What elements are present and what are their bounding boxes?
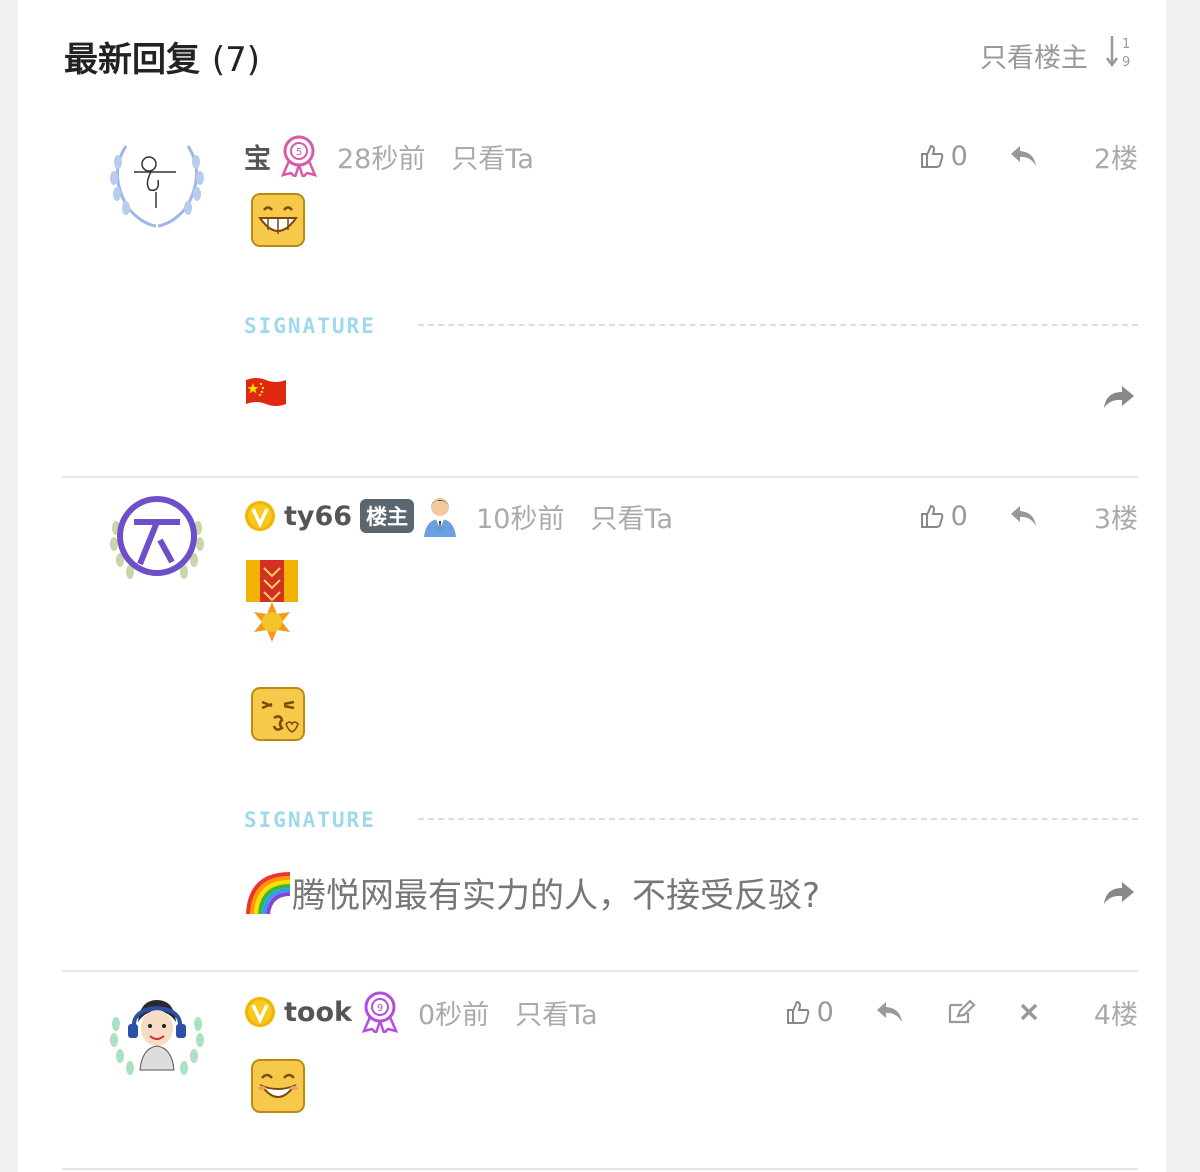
username[interactable]: ty66 [284,501,352,532]
post-meta: took 9 0秒前 只看Ta [244,991,598,1033]
replies-title-text: 最新回复 [64,40,200,80]
replies-header: 最新回复 (7) 只看楼主 1 9 [64,28,1136,81]
avatar[interactable] [104,132,210,228]
signature-label: SIGNATURE [244,314,376,338]
username[interactable]: took [284,997,352,1028]
share-arrow-icon[interactable] [1102,384,1136,410]
kiss-emoji-icon [251,687,305,741]
reply-item: 宝 5 28秒前 只看Ta 0 2楼 SIGNATURE [62,118,1138,476]
signature-content: 腾悦网最有实力的人，不接受反驳? [292,876,821,916]
replies-panel: 最新回复 (7) 只看楼主 1 9 宝 5 28秒前 只看Ta 0 2楼 SIG… [18,0,1166,1172]
like-button[interactable]: 0 [785,997,834,1028]
reply-divider [62,1168,1138,1170]
signature-line [418,324,1138,326]
reply-item: ty66 楼主 10秒前 只看Ta 0 3楼 SIGNATURE 腾悦网最有实力… [62,478,1138,972]
avatar[interactable] [104,988,210,1084]
sort-numeric-icon[interactable]: 1 9 [1106,34,1136,70]
like-count: 0 [950,500,968,532]
svg-text:5: 5 [296,147,302,158]
only-ta-link[interactable]: 只看Ta [451,137,534,176]
signature-text [244,376,288,408]
like-button[interactable]: 0 [919,501,968,532]
post-meta: 宝 5 28秒前 只看Ta [244,135,534,177]
medal-ribbon-icon [246,560,298,642]
signature-label: SIGNATURE [244,808,376,832]
flag-icon [246,378,286,406]
signature-line [418,818,1138,820]
like-count: 0 [816,996,834,1028]
post-time: 10秒前 [476,503,565,535]
username[interactable]: 宝 [244,137,271,176]
post-meta: ty66 楼主 10秒前 只看Ta [244,496,673,537]
vip-v-icon [245,501,275,531]
user-avatar-icon [424,498,457,537]
reply-icon[interactable] [1008,143,1038,169]
floor-number: 4楼 [1093,999,1138,1031]
replies-title: 最新回复 (7) [64,32,260,81]
thumbs-up-icon [920,504,943,528]
thumbs-up-icon [786,1000,809,1024]
reply-item: took 9 0秒前 只看Ta 0 4楼 [62,974,1138,1170]
vip-v-icon [245,997,275,1027]
grin-emoji-icon [251,193,305,247]
signature-divider: SIGNATURE [244,314,1138,338]
reply-icon[interactable] [1008,503,1038,529]
post-actions: 0 3楼 [919,496,1138,536]
svg-text:9: 9 [1122,55,1130,70]
floor-number: 2楼 [1093,143,1138,175]
share-arrow-icon[interactable] [1102,880,1136,906]
signature-text: 腾悦网最有实力的人，不接受反驳? [244,868,820,917]
floor-number: 3楼 [1093,503,1138,535]
svg-text:9: 9 [377,1003,383,1014]
like-button[interactable]: 0 [919,141,968,172]
only-ta-link[interactable]: 只看Ta [515,993,598,1032]
avatar[interactable] [104,492,210,588]
smile-emoji-icon [251,1059,305,1113]
edit-icon[interactable] [946,999,976,1025]
reply-icon[interactable] [874,999,904,1025]
svg-text:1: 1 [1122,37,1130,52]
post-actions: 0 2楼 [919,136,1138,176]
post-time: 28秒前 [337,143,426,175]
post-actions: 0 4楼 [785,992,1138,1032]
thumbs-up-icon [920,144,943,168]
medal-icon: 9 [361,991,399,1033]
medal-icon: 5 [280,135,318,177]
post-time: 0秒前 [417,999,490,1031]
replies-count: (7) [211,40,261,80]
op-badge: 楼主 [360,499,415,533]
like-count: 0 [950,140,968,172]
signature-divider: SIGNATURE [244,808,1138,832]
close-icon[interactable] [1018,1001,1040,1023]
rainbow-icon [246,871,291,914]
only-op-link[interactable]: 只看楼主 [980,36,1088,75]
only-ta-link[interactable]: 只看Ta [590,497,673,536]
reply-divider [62,970,1138,972]
